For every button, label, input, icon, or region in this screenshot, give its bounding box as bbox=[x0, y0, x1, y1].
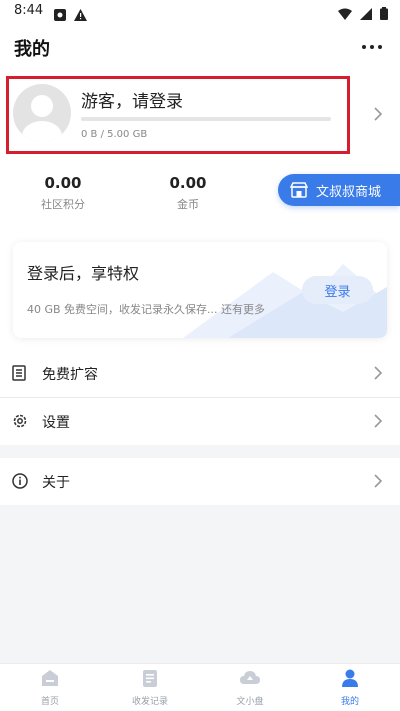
warning-icon bbox=[74, 6, 87, 25]
gear-icon bbox=[12, 413, 28, 429]
bottom-navigation: 首页 收发记录 文小盘 我的 bbox=[0, 663, 400, 711]
community-points-label: 社区积分 bbox=[41, 198, 85, 211]
signal-icon bbox=[360, 5, 372, 24]
more-dot bbox=[362, 45, 366, 49]
nav-label: 文小盘 bbox=[236, 697, 264, 707]
mall-button[interactable]: 文叔叔商城 bbox=[278, 174, 400, 206]
profile-card[interactable]: 游客，请登录 0 B / 5.00 GB bbox=[6, 76, 350, 154]
list-icon bbox=[12, 365, 26, 381]
store-icon bbox=[290, 182, 308, 198]
menu-item-settings[interactable]: 设置 bbox=[0, 398, 400, 445]
storage-progress-bar bbox=[81, 117, 331, 121]
coins-value: 0.00 bbox=[169, 174, 207, 192]
menu-label: 关于 bbox=[42, 475, 70, 491]
wifi-icon bbox=[338, 5, 352, 24]
mall-label: 文叔叔商城 bbox=[316, 184, 382, 200]
page-header: 我的 bbox=[0, 24, 400, 70]
menu-label: 设置 bbox=[42, 415, 70, 431]
promo-title: 登录后，享特权 bbox=[27, 264, 140, 283]
nav-tab-records[interactable]: 收发记录 bbox=[110, 668, 190, 707]
nav-tab-home[interactable]: 首页 bbox=[10, 668, 90, 707]
chevron-right-icon[interactable] bbox=[374, 106, 383, 125]
chevron-right-icon bbox=[374, 414, 383, 428]
status-time: 8:44 bbox=[14, 3, 44, 18]
more-options-button[interactable] bbox=[362, 39, 382, 55]
menu-item-about[interactable]: 关于 bbox=[0, 458, 400, 505]
storage-usage-text: 0 B / 5.00 GB bbox=[81, 129, 148, 140]
records-icon bbox=[140, 668, 160, 692]
login-button[interactable]: 登录 bbox=[302, 276, 373, 304]
page-title: 我的 bbox=[14, 39, 50, 60]
nav-label: 首页 bbox=[40, 697, 59, 707]
cloud-icon bbox=[239, 668, 261, 692]
nav-label: 收发记录 bbox=[131, 697, 168, 707]
default-avatar-icon bbox=[22, 95, 62, 142]
menu-item-free-expansion[interactable]: 免费扩容 bbox=[0, 350, 400, 397]
promo-description: 40 GB 免费空间，收发记录永久保存... 还有更多 bbox=[27, 303, 266, 316]
menu-label: 免费扩容 bbox=[42, 367, 98, 383]
nav-tab-cloud-drive[interactable]: 文小盘 bbox=[210, 668, 290, 707]
battery-icon bbox=[380, 5, 388, 24]
community-points[interactable]: 0.00 社区积分 bbox=[23, 174, 103, 212]
coins-label: 金币 bbox=[177, 198, 199, 211]
login-promo-card[interactable]: 登录后，享特权 40 GB 免费空间，收发记录永久保存... 还有更多 登录 bbox=[13, 242, 387, 338]
more-dot bbox=[378, 45, 382, 49]
notification-icon bbox=[54, 6, 66, 25]
account-section: 游客，请登录 0 B / 5.00 GB 0.00 社区积分 0.00 金币 文… bbox=[0, 70, 400, 353]
community-points-value: 0.00 bbox=[44, 174, 82, 192]
login-prompt: 游客，请登录 bbox=[81, 92, 183, 112]
avatar bbox=[13, 84, 71, 142]
person-icon bbox=[340, 668, 360, 692]
more-dot bbox=[370, 45, 374, 49]
nav-label: 我的 bbox=[340, 697, 359, 707]
status-bar: 8:44 bbox=[0, 0, 400, 24]
chevron-right-icon bbox=[374, 366, 383, 380]
coins[interactable]: 0.00 金币 bbox=[148, 174, 228, 212]
info-icon bbox=[12, 473, 28, 489]
chevron-right-icon bbox=[374, 474, 383, 488]
nav-tab-mine[interactable]: 我的 bbox=[310, 668, 390, 707]
home-icon bbox=[40, 668, 60, 692]
